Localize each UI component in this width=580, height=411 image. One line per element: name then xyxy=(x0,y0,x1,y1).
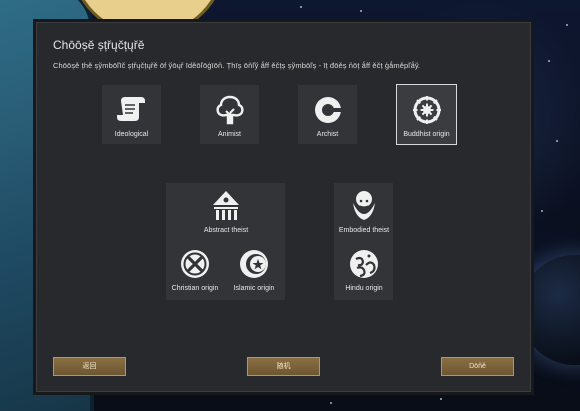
om-icon xyxy=(350,250,378,278)
structure-label: Embodied theist xyxy=(338,227,390,234)
structure-label: Islamic origin xyxy=(233,285,275,292)
star xyxy=(566,24,568,26)
star xyxy=(360,10,362,12)
structure-option-archist[interactable]: Archist xyxy=(298,85,357,144)
back-button[interactable]: 返回 xyxy=(53,357,126,376)
structure-label: Archist xyxy=(316,131,339,138)
structure-label: Animist xyxy=(218,131,241,138)
structure-option-hindu-origin[interactable]: Hindu origin xyxy=(314,247,414,302)
crescent-star-icon xyxy=(240,250,268,278)
structure-option-animist[interactable]: Animist xyxy=(200,85,259,144)
structure-option-buddhist-origin[interactable]: Buddhist origin xyxy=(396,84,457,145)
star xyxy=(330,402,332,404)
dharma-wheel-icon xyxy=(412,96,441,124)
abstract-theist-group: Abstract theist Christian origin Islamic… xyxy=(166,183,285,300)
embodied-theist-group: Embodied theist Hindu origin xyxy=(334,183,393,300)
structure-option-ideological[interactable]: Ideological xyxy=(102,85,161,144)
structure-option-islamic-origin[interactable]: Islamic origin xyxy=(204,247,304,302)
star xyxy=(440,398,442,400)
dialog-title: Chōōșě șțřųčțųřě xyxy=(53,38,145,52)
structure-label: Abstract theist xyxy=(203,227,249,234)
structure-option-embodied-theist[interactable]: Embodied theist xyxy=(314,189,414,244)
structure-label: Ideological xyxy=(114,131,149,138)
star xyxy=(300,6,302,8)
choose-structure-dialog: Chōōșě șțřųčțųřě Chōōșě țhě șўmbōľīč șțř… xyxy=(36,22,531,392)
random-button[interactable]: 随机 xyxy=(247,357,320,376)
star xyxy=(548,60,550,62)
structure-label: Buddhist origin xyxy=(403,131,450,138)
structure-label: Hindu origin xyxy=(345,285,383,292)
archist-ring-icon xyxy=(314,97,342,123)
scroll-icon xyxy=(116,97,145,121)
temple-eye-icon xyxy=(213,191,239,220)
star xyxy=(556,140,558,142)
tree-icon xyxy=(215,95,244,125)
structure-option-abstract-theist[interactable]: Abstract theist xyxy=(176,189,276,244)
done-button[interactable]: Dōňě xyxy=(441,357,514,376)
dialog-subtitle: Chōōșě țhě șўmbōľīč șțřųčțųřě ōf ўōųř īd… xyxy=(53,61,421,70)
star xyxy=(541,210,543,212)
bearded-god-icon xyxy=(353,191,375,220)
